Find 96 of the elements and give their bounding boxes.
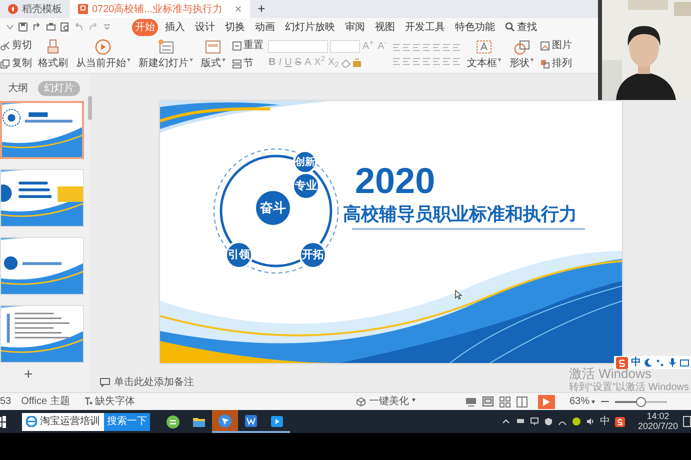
slide-thumbnail[interactable] — [0, 305, 84, 363]
status-icon[interactable] — [572, 417, 581, 426]
slide-year: 2020 — [355, 163, 436, 199]
search-field[interactable]: 淘宝运营培训 — [22, 412, 104, 430]
ribbon-tab[interactable]: 特色功能 — [452, 18, 498, 36]
scrollbar-thumb[interactable] — [88, 96, 92, 120]
new-tab-button[interactable]: + — [250, 0, 274, 18]
slide-thumbnail[interactable] — [0, 169, 84, 227]
shield-icon[interactable] — [544, 417, 553, 426]
grid-view-icon[interactable] — [499, 396, 512, 408]
print-icon[interactable] — [46, 22, 56, 32]
keyword-circle: 创新 — [293, 150, 317, 174]
punctuation-icon[interactable] — [656, 358, 665, 367]
cube-icon — [356, 396, 366, 406]
center-circle: 奋斗 — [254, 189, 292, 227]
section-icon — [232, 58, 242, 68]
slide-thumbnail[interactable] — [0, 237, 84, 295]
add-slide-button[interactable]: + — [18, 367, 39, 382]
sogou-icon — [616, 356, 628, 368]
normal-view-icon[interactable] — [482, 396, 494, 408]
scissors-icon — [0, 40, 10, 50]
ribbon-tab[interactable]: 插入 — [162, 18, 188, 36]
ribbon-tab[interactable]: 幻灯片放映 — [282, 18, 338, 36]
activation-title: 激活 Windows — [568, 366, 652, 382]
ribbon-tab[interactable]: 设计 — [192, 18, 218, 36]
image-button[interactable]: 图片 — [540, 38, 572, 53]
video-app-icon — [270, 414, 284, 428]
missing-fonts-button[interactable]: 缺失字体 — [84, 394, 135, 409]
arrange-icon — [540, 58, 550, 68]
microphone-icon[interactable] — [668, 358, 677, 367]
shapes-icon — [512, 38, 531, 54]
arrange-button[interactable]: 排列 — [540, 56, 572, 71]
new-slide-icon — [156, 38, 175, 54]
keyword-circle: 专业 — [292, 172, 320, 200]
document-tab[interactable]: 稻壳模板 — [0, 0, 70, 18]
font-name-field[interactable] — [268, 40, 328, 53]
font-size-field[interactable] — [330, 40, 360, 53]
ribbon-tab[interactable]: 视图 — [372, 18, 398, 36]
browser-icon — [26, 416, 37, 427]
close-icon[interactable]: × — [234, 0, 242, 18]
notes-view-icon[interactable] — [465, 396, 478, 408]
zoom-slider-thumb[interactable] — [636, 396, 646, 406]
input-method-toolbar[interactable]: 中 — [614, 356, 691, 369]
play-icon — [543, 398, 550, 406]
keyword-circle: 引领 — [225, 241, 253, 269]
chevron-up-icon[interactable] — [502, 417, 511, 426]
activation-message: 转到“设置”以激活 Windows — [568, 382, 689, 394]
redo-icon[interactable] — [32, 22, 42, 32]
mouse-pointer-icon — [455, 290, 462, 300]
theme-label: Office 主题 — [21, 394, 70, 409]
search-button[interactable]: 查找 — [502, 18, 540, 36]
image-icon — [540, 40, 550, 50]
save-icon[interactable] — [18, 22, 28, 32]
reading-view-icon[interactable] — [516, 396, 528, 408]
battery-icon[interactable] — [516, 417, 525, 426]
sogou-icon[interactable] — [614, 416, 625, 426]
reset-icon — [232, 40, 242, 50]
flame-icon — [8, 4, 18, 14]
windows-logo-icon[interactable] — [0, 416, 6, 428]
customize-icon[interactable] — [102, 22, 112, 32]
volume-icon[interactable] — [586, 417, 595, 426]
preview-icon[interactable] — [60, 22, 70, 32]
document-tab[interactable]: 0720高校辅...业标准与执行力 × — [70, 0, 250, 18]
play-icon — [94, 38, 112, 54]
cursor-icon — [218, 414, 232, 428]
comment-icon — [100, 378, 110, 386]
input-method-indicator[interactable]: 中 — [600, 414, 610, 429]
layout-icon — [204, 38, 222, 54]
slide-thumbnail[interactable] — [0, 101, 84, 159]
search-button[interactable]: 搜索一下 — [104, 412, 150, 430]
scissors-button[interactable]: 剪切 — [0, 38, 32, 53]
monitor-icon[interactable] — [530, 417, 539, 426]
section-button[interactable]: 节 — [232, 56, 264, 71]
search-icon — [505, 22, 515, 32]
copy-button[interactable]: 复制 — [0, 56, 32, 71]
chat-icon — [166, 414, 180, 428]
play-slideshow-button[interactable] — [538, 394, 556, 408]
ribbon-tab[interactable]: 审阅 — [342, 18, 368, 36]
slide-title: 高校辅导员职业标准和执行力 — [343, 205, 577, 225]
font-icon — [84, 397, 93, 406]
keyword-circle: 开拓 — [299, 241, 327, 269]
clock-time[interactable]: 14:02 — [646, 412, 670, 422]
slide-count: 53 — [0, 395, 12, 409]
moon-icon[interactable] — [644, 358, 653, 367]
toolbar-button[interactable]: 格式刷 — [36, 38, 70, 70]
ribbon-tab[interactable]: 动画 — [252, 18, 278, 36]
text-box-icon — [475, 38, 494, 54]
dropdown-icon — [6, 23, 14, 31]
document-app-icon — [244, 414, 258, 428]
ribbon-tab[interactable]: 开发工具 — [402, 18, 448, 36]
presentation-icon — [78, 4, 88, 14]
reset-button[interactable]: 重置 — [232, 38, 264, 53]
notes-placeholder[interactable]: 单击此处添加备注 — [114, 374, 194, 390]
panel-tab[interactable]: 大纲 — [2, 81, 34, 96]
clock-date[interactable]: 2020/7/20 — [638, 422, 678, 432]
ribbon-tab[interactable]: 切换 — [222, 18, 248, 36]
